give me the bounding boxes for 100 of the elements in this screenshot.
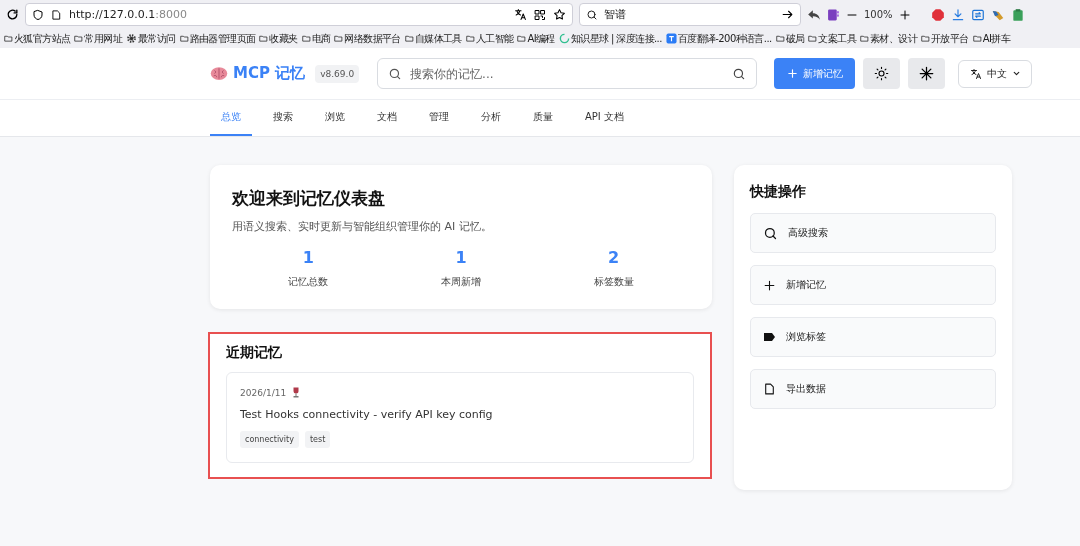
url-text: http://127.0.0.1:8000 bbox=[69, 8, 188, 21]
memory-tag: connectivity bbox=[240, 431, 299, 448]
bookmark-label: 素材、设计 bbox=[870, 31, 918, 46]
memory-date: 2026/1/11 bbox=[240, 387, 287, 398]
quick-action-button[interactable]: 新增记忆 bbox=[750, 265, 996, 305]
folder-icon bbox=[4, 34, 13, 43]
brain-icon bbox=[210, 66, 228, 81]
url-field[interactable]: http://127.0.0.1:8000 bbox=[25, 3, 573, 26]
nav-tab[interactable]: 质量 bbox=[522, 100, 564, 136]
quick-action-button[interactable]: 导出数据 bbox=[750, 369, 996, 409]
bookmark-item[interactable]: 自媒体工具 bbox=[404, 31, 462, 46]
folder-icon bbox=[465, 34, 475, 43]
folder-icon bbox=[74, 34, 84, 43]
memory-card[interactable]: 2026/1/11 Test Hooks connectivity - verify API key config connectivity test bbox=[226, 372, 694, 463]
back-arrow-icon[interactable] bbox=[807, 8, 821, 21]
folder-icon bbox=[808, 34, 818, 43]
notebook-icon[interactable] bbox=[827, 7, 840, 22]
bookmark-label: 电商 bbox=[311, 31, 331, 46]
folder-icon bbox=[259, 34, 269, 43]
search-icon bbox=[732, 66, 747, 81]
folder-icon bbox=[179, 34, 189, 43]
bookmark-label: 收藏夹 bbox=[269, 31, 298, 46]
stat-label: 标签数量 bbox=[593, 275, 634, 289]
nav-tab[interactable]: 总览 bbox=[210, 100, 252, 136]
plus-icon bbox=[786, 68, 798, 79]
plus-icon bbox=[763, 278, 776, 292]
bookmark-item[interactable]: AI编程 bbox=[517, 31, 555, 46]
memory-text: Test Hooks connectivity - verify API key config bbox=[240, 408, 494, 421]
qr-code-icon[interactable] bbox=[534, 8, 546, 21]
bookmark-label: 人工智能 bbox=[475, 31, 514, 46]
bookmark-label: AI拼车 bbox=[982, 31, 1011, 46]
nav-tab[interactable]: 分析 bbox=[470, 100, 512, 136]
search-icon bbox=[388, 66, 403, 81]
sparkle-button[interactable] bbox=[908, 58, 946, 89]
bookmark-item[interactable]: 文案工具 bbox=[808, 31, 856, 46]
bookmark-item[interactable]: 破局 bbox=[775, 31, 805, 46]
folder-icon bbox=[334, 34, 344, 43]
wine-glass-icon bbox=[292, 387, 301, 398]
welcome-subtitle: 用语义搜索、实时更新与智能组织管理你的 AI 记忆。 bbox=[232, 219, 493, 234]
bookmark-item[interactable]: 开放平台 bbox=[921, 31, 969, 46]
app-logo: MCP 记忆 bbox=[233, 64, 306, 83]
search-text: 智谱 bbox=[604, 7, 627, 22]
version-badge: v8.69.0 bbox=[315, 64, 360, 83]
stat-label: 本周新增 bbox=[441, 275, 481, 289]
zoom-level: 100% bbox=[864, 9, 893, 20]
tag-icon bbox=[763, 332, 776, 342]
folder-icon bbox=[860, 34, 869, 43]
browser-search-field[interactable]: 智谱 bbox=[579, 3, 801, 26]
page-icon bbox=[51, 8, 62, 21]
nav-tab[interactable]: 文档 bbox=[366, 100, 408, 136]
nav-tab[interactable]: 浏览 bbox=[314, 100, 356, 136]
search-icon bbox=[586, 8, 598, 21]
bookmark-label: 常用网址 bbox=[84, 31, 122, 46]
stop-sign-icon[interactable] bbox=[930, 7, 945, 22]
quick-action-button[interactable]: 浏览标签 bbox=[750, 317, 996, 357]
bookmark-label: 自媒体工具 bbox=[414, 31, 462, 46]
arrow-right-icon[interactable] bbox=[781, 8, 794, 21]
bookmark-item[interactable]: 收藏夹 bbox=[259, 31, 298, 46]
reload-icon[interactable] bbox=[6, 8, 19, 21]
gear-icon bbox=[126, 33, 137, 44]
zoom-in-icon[interactable] bbox=[898, 8, 911, 21]
bookmark-item[interactable]: 电商 bbox=[301, 31, 331, 46]
star-icon[interactable] bbox=[553, 8, 566, 21]
bookmark-label: 破局 bbox=[785, 31, 805, 46]
bookmark-item[interactable]: 人工智能 bbox=[465, 31, 514, 46]
bookmark-label: 开放平台 bbox=[931, 31, 969, 46]
ring-icon bbox=[558, 33, 570, 44]
theme-toggle-button[interactable] bbox=[863, 58, 901, 89]
bookmark-item[interactable]: AI拼车 bbox=[972, 31, 1011, 46]
folder-icon bbox=[517, 34, 527, 43]
stat-value: 1 bbox=[302, 248, 314, 267]
memory-tag: test bbox=[304, 431, 331, 448]
nav-tab[interactable]: API 文档 bbox=[574, 100, 635, 136]
bookmark-label: AI编程 bbox=[527, 31, 555, 46]
folder-icon bbox=[301, 34, 311, 43]
bookmark-item[interactable]: 最常访问 bbox=[126, 31, 176, 46]
stat-label: 记忆总数 bbox=[288, 275, 329, 289]
search-bar[interactable]: 搜索你的记忆... bbox=[377, 58, 758, 89]
bookmark-label: 最常访问 bbox=[138, 31, 176, 46]
section-title: 快捷操作 bbox=[750, 183, 807, 201]
bookmark-item[interactable]: 常用网址 bbox=[74, 31, 122, 46]
stat-value: 1 bbox=[455, 248, 467, 267]
welcome-title: 欢迎来到记忆仪表盘 bbox=[232, 187, 386, 210]
search-icon bbox=[763, 225, 778, 241]
language-select[interactable]: 中文 bbox=[958, 59, 1033, 88]
add-memory-button[interactable]: 新增记忆 bbox=[774, 58, 856, 89]
file-icon bbox=[763, 382, 776, 396]
bookmark-item[interactable]: 素材、设计 bbox=[860, 31, 918, 46]
nav-tab[interactable]: 管理 bbox=[418, 100, 460, 136]
sync-icon[interactable] bbox=[970, 7, 985, 22]
nav-tab[interactable]: 搜索 bbox=[262, 100, 304, 136]
folder-icon bbox=[972, 34, 982, 43]
chevron-down-icon bbox=[1011, 69, 1021, 78]
asterisk-icon bbox=[919, 66, 935, 81]
shield-icon bbox=[32, 8, 44, 21]
search-input[interactable]: 搜索你的记忆... bbox=[408, 65, 727, 82]
folder-icon bbox=[404, 34, 414, 43]
download-icon[interactable] bbox=[950, 7, 965, 22]
quick-action-button[interactable]: 高级搜索 bbox=[750, 213, 996, 253]
folder-icon bbox=[921, 34, 931, 43]
